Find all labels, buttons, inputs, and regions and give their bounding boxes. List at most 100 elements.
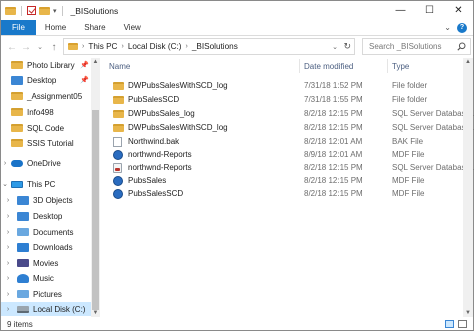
forward-button[interactable]: → (19, 42, 33, 53)
scroll-down-arrow-icon[interactable]: ▼ (463, 310, 473, 316)
properties-icon[interactable] (27, 6, 36, 15)
sidebar-item-ssis-tutorial[interactable]: SSIS Tutorial (1, 136, 91, 150)
file-list-scrollbar[interactable]: ▲ ▼ (463, 58, 473, 317)
scroll-down-arrow-icon[interactable]: ▼ (91, 310, 100, 316)
file-row[interactable]: DWPubsSalesWithSCD_log 7/31/18 1:52 PM F… (109, 79, 459, 92)
sidebar-item-onedrive[interactable]: › OneDrive (1, 156, 91, 170)
file-name-label: PubsSales (128, 176, 167, 185)
sidebar-item-label: _Assignment05 (27, 91, 83, 101)
up-button[interactable]: ↑ (47, 42, 61, 53)
breadcrumb-separator[interactable]: › (82, 43, 84, 50)
expand-chevron-icon[interactable]: › (1, 260, 15, 267)
toolbar-divider (61, 5, 63, 16)
sidebar-item-photo-library[interactable]: Photo Library 📌 (1, 58, 91, 72)
scroll-up-arrow-icon[interactable]: ▲ (91, 59, 100, 65)
file-row[interactable]: PubsSalesSCD 8/2/18 12:15 PM MDF File (109, 187, 459, 200)
expand-chevron-icon[interactable]: › (1, 160, 9, 167)
sidebar-item-pictures[interactable]: › Pictures (1, 287, 91, 301)
quick-access-toolbar: ▾ (1, 1, 65, 20)
expand-chevron-icon[interactable]: › (1, 213, 15, 220)
file-row[interactable]: DWPubsSales_log 8/2/18 12:15 PM SQL Serv… (109, 107, 474, 120)
file-type: SQL Server Database... (392, 109, 474, 118)
scroll-up-arrow-icon[interactable]: ▲ (463, 59, 473, 65)
minimize-button[interactable]: — (386, 1, 415, 20)
expand-chevron-icon[interactable]: › (1, 291, 15, 298)
expand-chevron-icon[interactable]: › (1, 306, 15, 313)
help-icon[interactable]: ? (457, 22, 467, 33)
new-folder-icon[interactable] (39, 6, 50, 15)
sidebar-item-3d-objects[interactable]: › 3D Objects (1, 193, 91, 207)
tab-file[interactable]: File (1, 20, 36, 35)
expand-chevron-icon[interactable]: › (1, 275, 15, 282)
sidebar-item-desktop[interactable]: › Desktop (1, 209, 91, 223)
disk-icon (17, 305, 29, 313)
sidebar-item-sql-code[interactable]: SQL Code (1, 121, 91, 135)
address-history-dropdown[interactable]: ⌄ (332, 43, 338, 51)
expand-chevron-icon[interactable]: › (1, 229, 15, 236)
customize-toolbar-icon[interactable]: ▾ (53, 7, 57, 15)
navigation-pane-scrollbar[interactable]: ▲ ▼ (91, 58, 100, 317)
column-header-name[interactable]: Name (109, 59, 299, 73)
breadcrumb-separator[interactable]: › (121, 43, 123, 50)
search-input[interactable]: Search _BISolutions (362, 38, 471, 55)
close-button[interactable]: ✕ (444, 1, 473, 20)
collapse-chevron-icon[interactable]: ⌄ (1, 180, 9, 188)
file-type: MDF File (392, 150, 425, 159)
sidebar-item-label: 3D Objects (33, 195, 73, 205)
tab-share[interactable]: Share (75, 20, 114, 35)
breadcrumb-local-disk[interactable]: Local Disk (C:) (128, 42, 182, 51)
column-divider[interactable] (387, 59, 388, 73)
file-row[interactable]: DWPubsSalesWithSCD_log 8/2/18 12:15 PM S… (109, 121, 474, 134)
file-name-label: PubSalesSCD (128, 95, 180, 104)
file-name: northwnd-Reports (113, 148, 192, 161)
pc-icon (11, 180, 23, 188)
sidebar-item-desktop-pinned[interactable]: Desktop 📌 (1, 73, 91, 87)
file-name: PubSalesSCD (113, 93, 179, 106)
expand-chevron-icon[interactable]: › (1, 197, 15, 204)
scrollbar-thumb[interactable] (92, 110, 99, 310)
back-button[interactable]: ← (5, 42, 19, 53)
refresh-icon[interactable]: ↻ (343, 41, 351, 52)
column-header-date-modified[interactable]: Date modified (304, 59, 389, 73)
file-name-label: northwnd-Reports (128, 150, 192, 159)
maximize-button[interactable]: ☐ (415, 1, 444, 20)
breadcrumb-current-folder[interactable]: _BISolutions (192, 42, 238, 51)
file-row[interactable]: PubsSales 8/2/18 12:15 PM MDF File (109, 174, 459, 187)
sidebar-item-label: Local Disk (C:) (33, 304, 86, 314)
breadcrumb-separator[interactable]: › (186, 43, 188, 50)
column-header-type[interactable]: Type (392, 59, 459, 73)
sidebar-item-info498[interactable]: Info498 (1, 105, 91, 119)
file-icon (113, 136, 122, 147)
expand-ribbon-button[interactable]: ⌄ (444, 23, 451, 32)
sidebar-item-local-disk[interactable]: › Local Disk (C:) (1, 302, 91, 316)
breadcrumb-this-pc[interactable]: This PC (88, 42, 117, 51)
file-row[interactable]: northwnd-Reports 8/2/18 12:15 PM SQL Ser… (109, 161, 474, 174)
file-list-header: Name Date modified Type (109, 59, 459, 73)
file-date: 8/2/18 12:15 PM (304, 163, 363, 172)
details-view-icon[interactable] (445, 320, 454, 328)
file-row[interactable]: PubSalesSCD 7/31/18 1:55 PM File folder (109, 93, 459, 106)
recent-locations-button[interactable]: ⌄ (33, 43, 47, 51)
address-bar[interactable]: › This PC › Local Disk (C:) › _BISolutio… (63, 38, 355, 55)
sidebar-item-label: SQL Code (27, 123, 65, 133)
file-date: 8/9/18 12:01 AM (304, 150, 363, 159)
title-bar: ▾ _BISolutions — ☐ ✕ (1, 1, 473, 20)
tab-view[interactable]: View (115, 20, 150, 35)
file-row[interactable]: northwnd-Reports 8/9/18 12:01 AM MDF Fil… (109, 148, 459, 161)
file-date: 8/2/18 12:15 PM (304, 123, 363, 132)
column-divider[interactable] (299, 59, 300, 73)
sidebar-item-movies[interactable]: › Movies (1, 256, 91, 270)
sidebar-item-this-pc[interactable]: ⌄ This PC (1, 177, 91, 191)
sidebar-item-music[interactable]: › Music (1, 271, 91, 285)
file-name: PubsSalesSCD (113, 187, 183, 200)
large-icons-view-icon[interactable] (458, 320, 467, 328)
sidebar-item-downloads[interactable]: › Downloads (1, 240, 91, 254)
sidebar-item-assignment05[interactable]: _Assignment05 (1, 89, 91, 103)
file-date: 8/2/18 12:15 PM (304, 189, 363, 198)
sidebar-item-documents[interactable]: › Documents (1, 225, 91, 239)
tab-home[interactable]: Home (36, 20, 75, 35)
expand-chevron-icon[interactable]: › (1, 244, 15, 251)
file-date: 8/2/18 12:01 AM (304, 137, 363, 146)
mdf-icon (113, 149, 123, 160)
file-row[interactable]: Northwind.bak 8/2/18 12:01 AM BAK File (109, 135, 459, 148)
